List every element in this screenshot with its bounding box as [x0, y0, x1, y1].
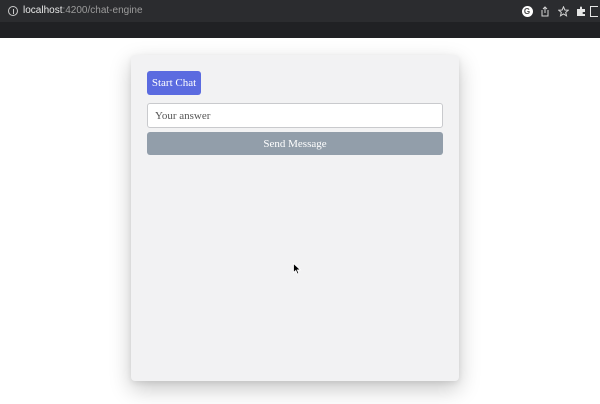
send-message-button[interactable]: Send Message: [147, 132, 443, 155]
star-icon[interactable]: [554, 3, 572, 19]
google-lens-icon[interactable]: G: [518, 3, 536, 19]
browser-tab-strip: [0, 22, 600, 38]
mouse-cursor-icon: [293, 263, 302, 275]
start-chat-button[interactable]: Start Chat: [147, 71, 201, 95]
info-icon[interactable]: [8, 6, 18, 16]
url-host: localhost: [23, 5, 63, 16]
toolbar-actions: G: [518, 3, 600, 19]
share-icon[interactable]: [536, 3, 554, 19]
extensions-icon[interactable]: [572, 3, 590, 19]
url-path: :4200/chat-engine: [62, 5, 143, 16]
side-panel-icon[interactable]: [590, 3, 600, 19]
page-content: Start Chat Send Message: [0, 38, 600, 404]
chat-panel: Start Chat Send Message: [131, 55, 459, 381]
address-bar[interactable]: localhost:4200/chat-engine: [23, 4, 143, 18]
google-icon: G: [521, 5, 533, 17]
answer-input[interactable]: [147, 103, 443, 128]
browser-toolbar: localhost:4200/chat-engine G: [0, 0, 600, 22]
